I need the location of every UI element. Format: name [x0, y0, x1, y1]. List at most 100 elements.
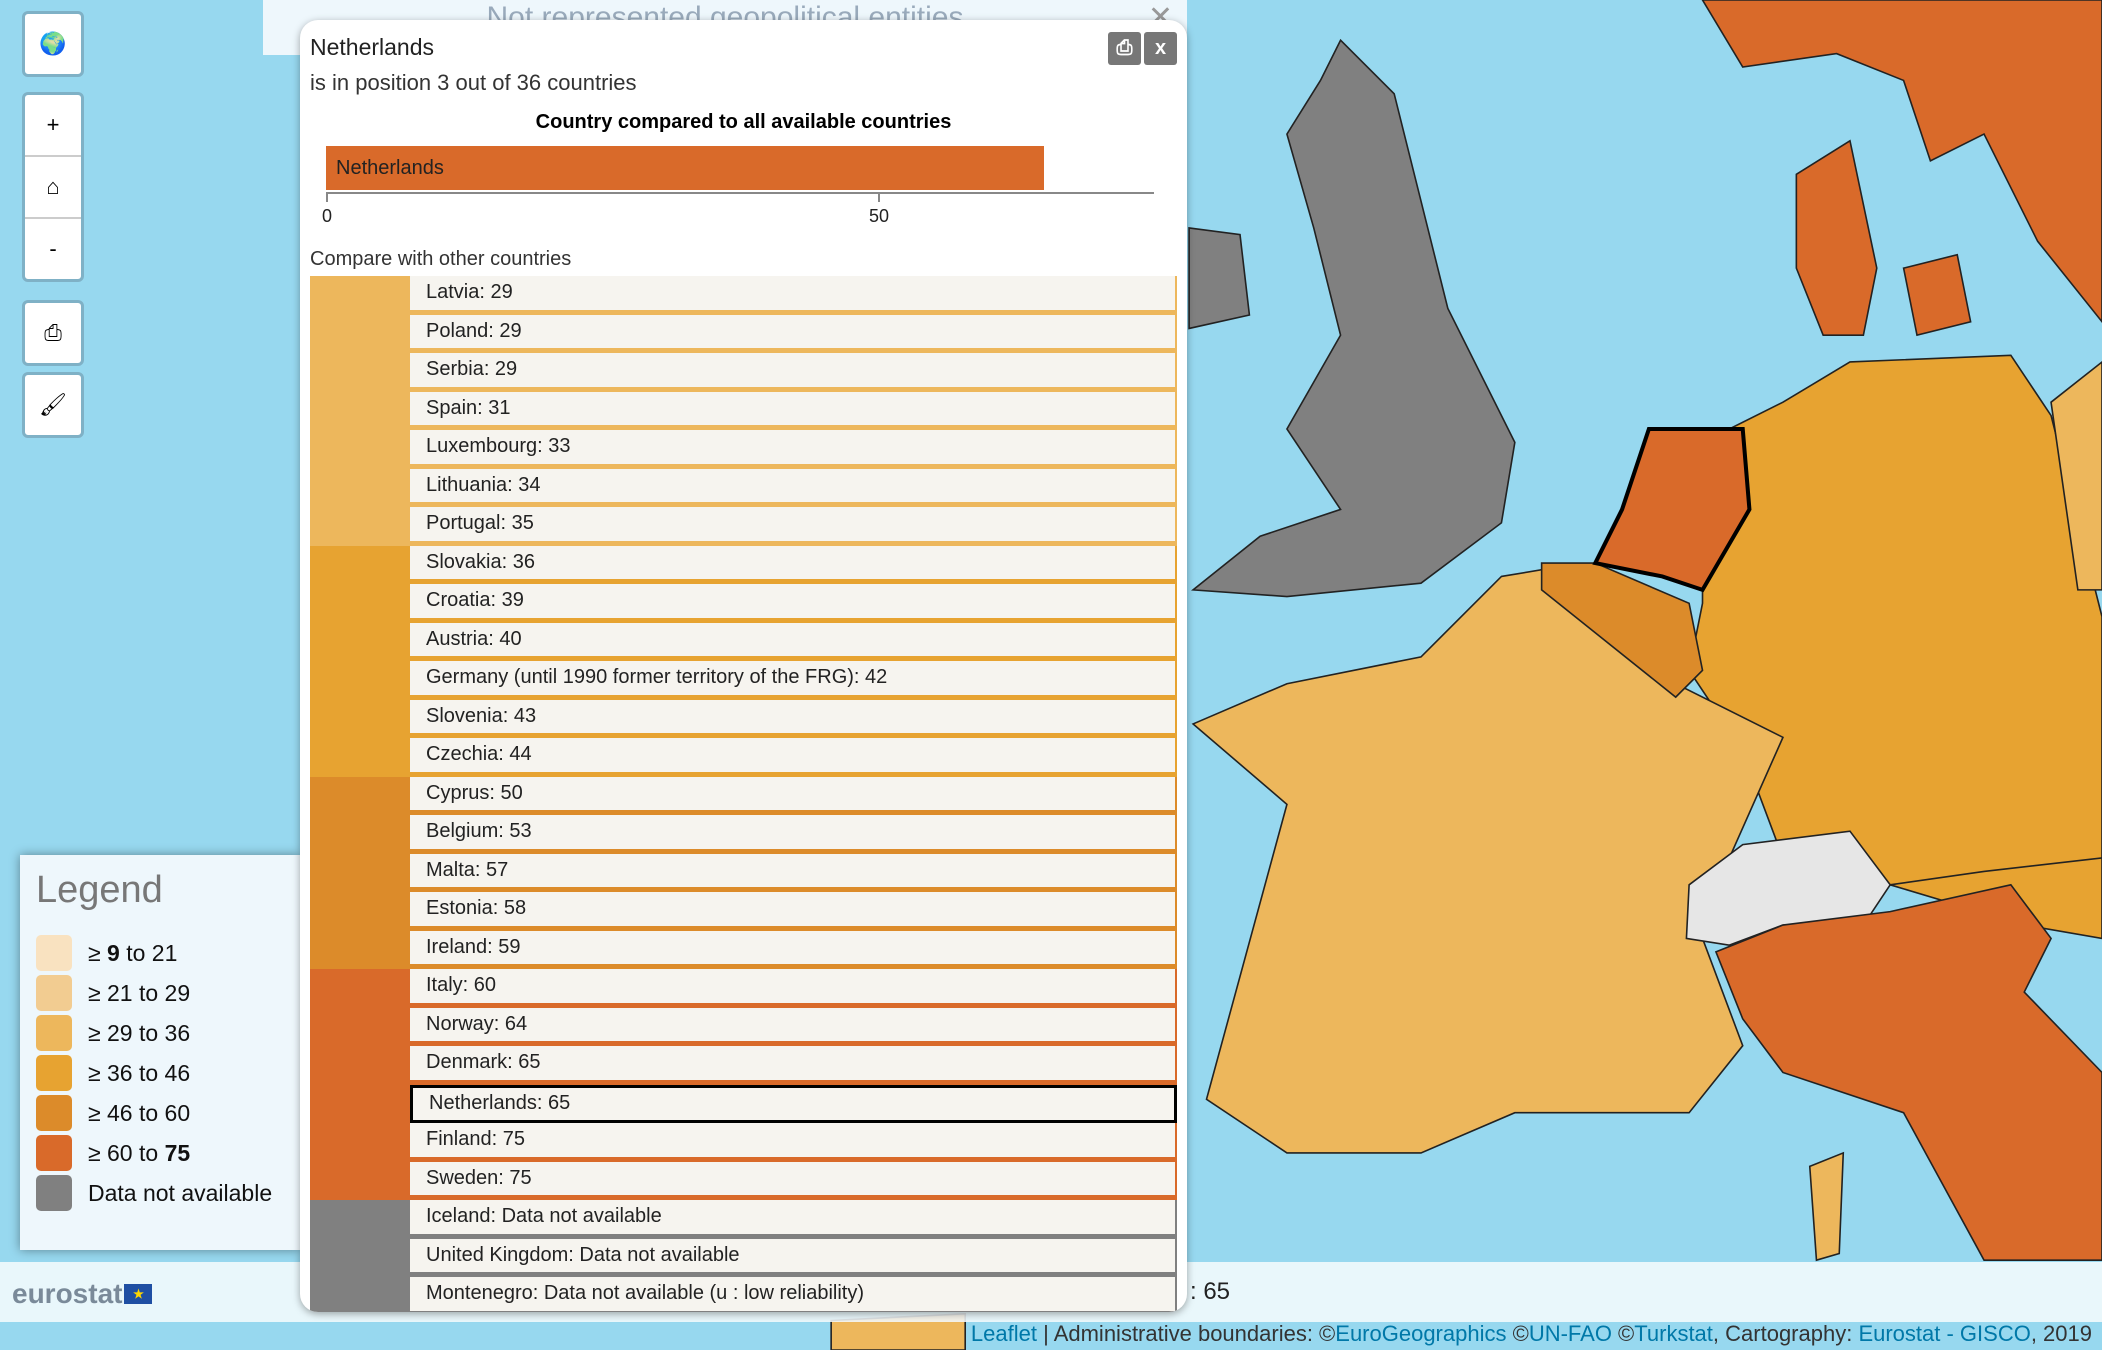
globe-icon[interactable]: 🌍: [25, 14, 81, 74]
country-row-label[interactable]: Poland: 29: [410, 314, 1177, 353]
country-row[interactable]: Netherlands: 65: [310, 1084, 1177, 1123]
country-row[interactable]: Norway: 64: [310, 1007, 1177, 1046]
country-row-label[interactable]: Lithuania: 34: [410, 468, 1177, 507]
country-row-label[interactable]: Estonia: 58: [410, 892, 1177, 931]
popup-close-button[interactable]: x: [1144, 32, 1177, 65]
country-row-label[interactable]: Cyprus: 50: [410, 776, 1177, 815]
group-color-swatch: [310, 969, 410, 1008]
country-row-label[interactable]: Finland: 75: [410, 1123, 1177, 1162]
country-row-label[interactable]: Belgium: 53: [410, 815, 1177, 854]
attr-text: ©: [1506, 1321, 1529, 1346]
turkstat-link[interactable]: Turkstat: [1634, 1321, 1713, 1346]
home-icon[interactable]: ⌂: [25, 155, 81, 217]
map-scandinavia[interactable]: [1701, 0, 2102, 324]
country-row[interactable]: Slovakia: 36: [310, 545, 1177, 584]
country-row-label[interactable]: Denmark: 65: [410, 1046, 1177, 1085]
country-row[interactable]: Malta: 57: [310, 853, 1177, 892]
country-row-selected[interactable]: Netherlands: 65: [410, 1084, 1177, 1123]
country-row-label[interactable]: Luxembourg: 33: [410, 430, 1177, 469]
group-color-swatch: [310, 430, 410, 469]
country-row-label[interactable]: Montenegro: Data not available (u : low …: [410, 1277, 1177, 1312]
country-row[interactable]: Germany (until 1990 former territory of …: [310, 661, 1177, 700]
country-row-label[interactable]: Iceland: Data not available: [410, 1200, 1177, 1239]
group-color-swatch: [310, 815, 410, 854]
country-row[interactable]: Luxembourg: 33: [310, 430, 1177, 469]
map-united-kingdom[interactable]: [1190, 38, 1516, 598]
map-ireland[interactable]: [1188, 226, 1251, 330]
logo-text: eurostat: [12, 1278, 123, 1309]
country-row-label[interactable]: Germany (until 1990 former territory of …: [410, 661, 1177, 700]
country-row-label[interactable]: United Kingdom: Data not available: [410, 1238, 1177, 1277]
country-row-label[interactable]: Norway: 64: [410, 1007, 1177, 1046]
legend-swatch: [36, 1015, 72, 1051]
country-row[interactable]: Ireland: 59: [310, 930, 1177, 969]
popup-print-button[interactable]: ⎙: [1108, 32, 1141, 65]
country-list[interactable]: Latvia: 29 Poland: 29 Serbia: 29 Spain: 31 L…: [310, 276, 1177, 1312]
country-row[interactable]: Sweden: 75: [310, 1161, 1177, 1200]
country-row[interactable]: Portugal: 35: [310, 507, 1177, 546]
print-icon[interactable]: ⎙: [25, 303, 81, 363]
legend-panel: Legend ≥ 9 to 21 ≥ 21 to 29 ≥ 29 to 36 ≥ 36…: [20, 855, 300, 1250]
country-row[interactable]: Belgium: 53: [310, 815, 1177, 854]
map-denmark[interactable]: [1795, 139, 1878, 336]
unfao-link[interactable]: UN-FAO: [1529, 1321, 1612, 1346]
leaflet-link[interactable]: Leaflet: [971, 1321, 1037, 1346]
country-row[interactable]: Austria: 40: [310, 622, 1177, 661]
country-row[interactable]: Latvia: 29: [310, 276, 1177, 315]
zoom-in-button[interactable]: +: [25, 95, 81, 155]
country-row-label[interactable]: Spain: 31: [410, 391, 1177, 430]
country-row[interactable]: Estonia: 58: [310, 892, 1177, 931]
country-row-label[interactable]: Latvia: 29: [410, 276, 1177, 315]
country-row[interactable]: Serbia: 29: [310, 353, 1177, 392]
popup-title: Netherlands: [310, 34, 435, 60]
compare-label: Compare with other countries: [310, 248, 572, 270]
country-row-label[interactable]: Croatia: 39: [410, 584, 1177, 623]
gisco-link[interactable]: Eurostat - GISCO: [1858, 1321, 2030, 1346]
legend-item: ≥ 29 to 36: [36, 1015, 190, 1051]
group-color-swatch: [310, 468, 410, 507]
country-row[interactable]: Croatia: 39: [310, 584, 1177, 623]
attr-text: ©: [1611, 1321, 1635, 1346]
style-button[interactable]: 🖌: [22, 372, 84, 438]
brush-icon[interactable]: 🖌: [25, 375, 81, 435]
country-row[interactable]: Montenegro: Data not available (u : low …: [310, 1277, 1177, 1312]
country-row[interactable]: United Kingdom: Data not available: [310, 1238, 1177, 1277]
country-row[interactable]: Italy: 60: [310, 969, 1177, 1008]
group-color-swatch: [310, 1277, 410, 1312]
country-row-label[interactable]: Portugal: 35: [410, 507, 1177, 546]
country-row-label[interactable]: Sweden: 75: [410, 1161, 1177, 1200]
country-row-label[interactable]: Slovakia: 36: [410, 545, 1177, 584]
attribution: Leaflet | Administrative boundaries: ©Eu…: [971, 1321, 2092, 1347]
country-row[interactable]: Lithuania: 34: [310, 468, 1177, 507]
chart-tick: [326, 192, 328, 202]
legend-swatch: [36, 935, 72, 971]
country-row[interactable]: Cyprus: 50: [310, 776, 1177, 815]
country-row-label[interactable]: Serbia: 29: [410, 353, 1177, 392]
globe-button[interactable]: 🌍: [22, 11, 84, 77]
country-row-label[interactable]: Slovenia: 43: [410, 699, 1177, 738]
map-italy[interactable]: [1714, 883, 2102, 1261]
zoom-out-button[interactable]: -: [25, 217, 81, 279]
country-row[interactable]: Finland: 75: [310, 1123, 1177, 1162]
country-row[interactable]: Iceland: Data not available: [310, 1200, 1177, 1239]
country-row[interactable]: Denmark: 65: [310, 1046, 1177, 1085]
map-corsica[interactable]: [1808, 1151, 1845, 1262]
country-row-label[interactable]: Czechia: 44: [410, 738, 1177, 777]
group-color-swatch: [310, 314, 410, 353]
legend-label: ≥ 21 to 29: [88, 979, 191, 1006]
eurogeographics-link[interactable]: EuroGeographics: [1335, 1321, 1506, 1346]
country-row-label[interactable]: Malta: 57: [410, 853, 1177, 892]
legend-label: ≥ 29 to 36: [88, 1019, 191, 1046]
country-row-label[interactable]: Ireland: 59: [410, 930, 1177, 969]
country-row[interactable]: Slovenia: 43: [310, 699, 1177, 738]
country-row-label[interactable]: Italy: 60: [410, 969, 1177, 1008]
country-row[interactable]: Poland: 29: [310, 314, 1177, 353]
country-row-label[interactable]: Austria: 40: [410, 622, 1177, 661]
chart-tick: [878, 192, 880, 202]
map-denmark-islands[interactable]: [1902, 253, 1972, 337]
country-row[interactable]: Spain: 31: [310, 391, 1177, 430]
legend-item: ≥ 46 to 60: [36, 1095, 190, 1131]
country-popup: Netherlands is in position 3 out of 36 c…: [300, 20, 1187, 1312]
print-button[interactable]: ⎙: [22, 300, 84, 366]
country-row[interactable]: Czechia: 44: [310, 738, 1177, 777]
